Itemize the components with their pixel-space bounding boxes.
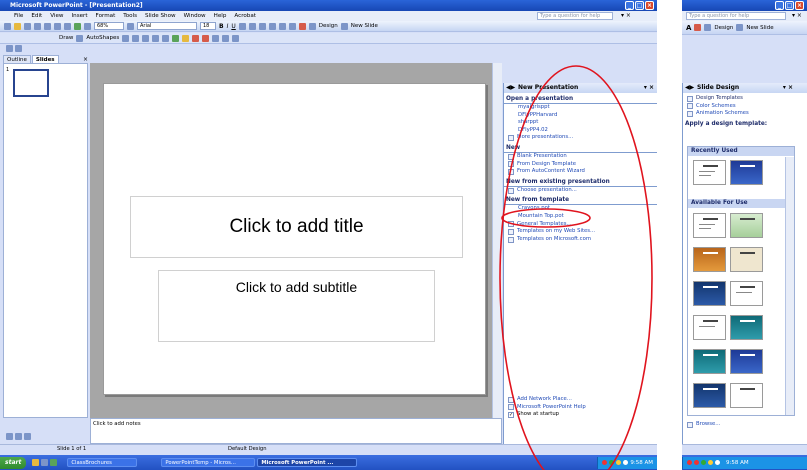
font-size-icon[interactable]: A [686, 24, 691, 32]
apply-template-label: Apply a design template: [685, 120, 768, 127]
tray-icon[interactable] [715, 460, 720, 465]
slide-design-header: ◀▶ Slide Design ▾ × [683, 83, 807, 93]
template-thumbnail[interactable] [730, 160, 763, 185]
new-slide-icon[interactable] [736, 24, 744, 31]
minimize-button[interactable]: _ [775, 1, 784, 10]
animation-schemes-icon [687, 110, 693, 117]
design-templates-icon [687, 95, 693, 102]
animation-schemes-label: Animation Schemes [696, 110, 749, 117]
group-recently-used: Recently Used [688, 147, 794, 156]
color-schemes-label: Color Schemes [696, 102, 736, 109]
template-thumbnail[interactable] [730, 383, 763, 408]
taskbar-right: 9:58 AM [682, 455, 807, 470]
close-button[interactable]: × [795, 1, 804, 10]
slide-design-title: Slide Design [697, 84, 740, 91]
clock-right: 9:58 AM [726, 459, 749, 466]
color-schemes-link[interactable]: Color Schemes [683, 103, 807, 111]
design-button[interactable]: Design [714, 25, 733, 31]
doc-close-icon[interactable]: ▾ × [792, 11, 802, 21]
pane-close-icon[interactable]: ▾ × [783, 83, 793, 93]
template-thumbnail[interactable] [730, 315, 763, 340]
restore-button[interactable]: □ [785, 1, 794, 10]
design-icon[interactable] [704, 24, 712, 31]
new-slide-button[interactable]: New Slide [746, 25, 773, 31]
template-gallery: Recently Used Available For Use [687, 146, 795, 416]
template-thumbnail[interactable] [693, 160, 726, 185]
animation-schemes-link[interactable]: Animation Schemes [683, 110, 807, 118]
template-thumbnail[interactable] [730, 247, 763, 272]
question-box-right[interactable]: Type a question for help [686, 12, 786, 20]
group-available: Available For Use [688, 199, 794, 208]
color-schemes-icon [687, 103, 693, 110]
template-thumbnail[interactable] [730, 213, 763, 238]
pane-nav-icon[interactable]: ◀▶ [685, 83, 694, 93]
design-templates-label: Design Templates [696, 95, 743, 101]
tray-icon[interactable] [694, 460, 699, 465]
template-thumbnail[interactable] [730, 349, 763, 374]
template-thumbnail[interactable] [693, 281, 726, 306]
font-color-icon[interactable] [694, 24, 702, 31]
toolbar-right: A Design New Slide [682, 21, 807, 35]
tray-icon[interactable] [708, 460, 713, 465]
powerpoint-window: Microsoft PowerPoint - [Presentation2] _… [0, 0, 657, 470]
browse-link[interactable]: Browse... [687, 421, 720, 429]
annotation-overlay [499, 65, 653, 470]
annotation-circle-small [501, 208, 591, 228]
gallery-scrollbar[interactable] [785, 157, 794, 415]
slide-design-pane: ◀▶ Slide Design ▾ × Design Templates Col… [682, 83, 807, 444]
template-thumbnail[interactable] [693, 383, 726, 408]
title-bar-right: _ □ × [682, 0, 807, 11]
template-thumbnail[interactable] [693, 247, 726, 272]
browse-label: Browse... [696, 421, 721, 427]
annotation-ellipse-large [499, 65, 653, 470]
template-thumbnail[interactable] [693, 349, 726, 374]
menu-bar-right: Type a question for help ▾ × [682, 11, 807, 21]
template-thumbnail[interactable] [693, 315, 726, 340]
design-templates-link[interactable]: Design Templates [683, 95, 807, 103]
template-thumbnail[interactable] [693, 213, 726, 238]
status-bar-right [682, 444, 807, 454]
slide-design-window: _ □ × Type a question for help ▾ × A Des… [682, 0, 807, 470]
template-thumbnail[interactable] [730, 281, 763, 306]
system-tray-right: 9:58 AM [682, 456, 807, 469]
browse-icon [687, 421, 693, 428]
tray-icon[interactable] [687, 460, 692, 465]
tray-icon[interactable] [701, 460, 706, 465]
